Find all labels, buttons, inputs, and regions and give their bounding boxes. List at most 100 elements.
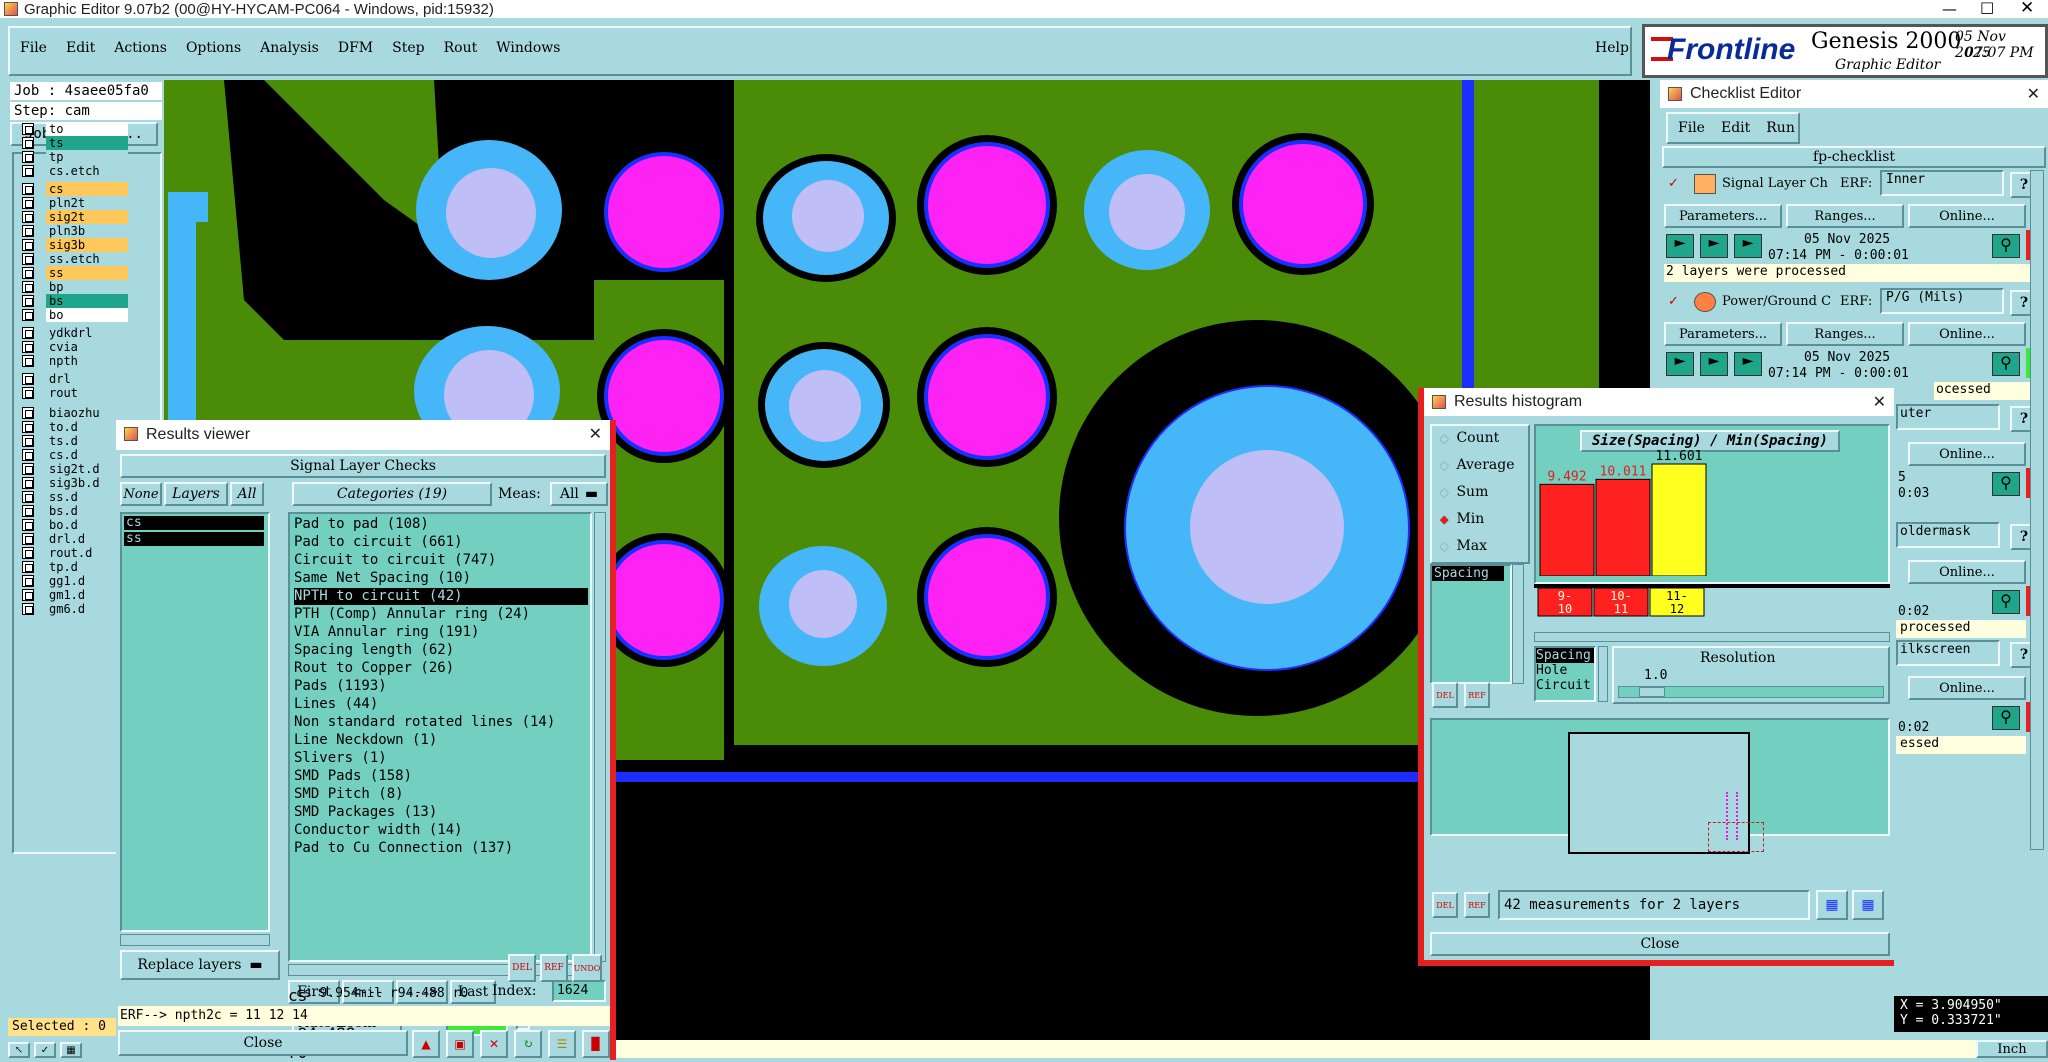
layer-checkbox[interactable] (22, 253, 34, 265)
layer-name[interactable]: ts (46, 136, 128, 150)
layer-checkbox[interactable] (22, 477, 34, 489)
layer-checkbox[interactable] (22, 589, 34, 601)
online-button[interactable]: Online... (1908, 442, 2026, 466)
layer-checkbox[interactable] (22, 295, 34, 307)
option-average[interactable]: ◆ Average (1440, 457, 1515, 473)
del-button[interactable]: DEL (508, 954, 536, 982)
layer-row[interactable]: sig3b (22, 238, 128, 252)
menu-dfm[interactable]: DFM (338, 40, 373, 56)
undo-button[interactable]: UNDO (572, 954, 602, 982)
layer-name[interactable]: ss (46, 266, 128, 280)
layer-checkbox[interactable] (22, 137, 34, 149)
layer-name[interactable]: biaozhu (46, 406, 128, 420)
erf-value[interactable]: ilkscreen (1896, 640, 2000, 666)
del-button[interactable]: DEL (1432, 892, 1458, 918)
layer-checkbox[interactable] (22, 211, 34, 223)
close-icon[interactable]: ✕ (2027, 84, 2040, 104)
layer-row[interactable]: rout.d (22, 546, 128, 560)
layer-checkbox[interactable] (22, 603, 34, 615)
check-icon[interactable]: ✓ (34, 1042, 56, 1058)
layer-name[interactable]: bp (46, 280, 128, 294)
maximize-icon[interactable]: □ (1980, 0, 1994, 16)
histogram-bar[interactable] (1595, 478, 1651, 576)
layer-row[interactable]: sig2t (22, 210, 128, 224)
layer-name[interactable]: bs (46, 294, 128, 308)
layer-row[interactable]: bo.d (22, 518, 128, 532)
layer-row[interactable]: bo (22, 308, 128, 322)
layers-list-item[interactable]: ss (124, 532, 264, 546)
check-item-checkbox[interactable]: ✓ (1668, 176, 1682, 191)
parameters-button[interactable]: Parameters... (1664, 204, 1782, 228)
menu-rout[interactable]: Rout (444, 40, 478, 56)
erf-value[interactable]: P/G (Mils) (1880, 288, 2004, 314)
category-item[interactable]: Same Net Spacing (10) (294, 570, 471, 587)
type-item[interactable]: Spacing (1536, 648, 1594, 663)
layer-row[interactable]: gm1.d (22, 588, 128, 602)
option-count[interactable]: ◆ Count (1440, 430, 1499, 446)
layer-name[interactable]: cvia (46, 340, 128, 354)
exclude-icon[interactable]: ✕ (480, 1030, 508, 1058)
resolution-slider[interactable] (1618, 686, 1884, 698)
layer-row[interactable]: tp (22, 150, 128, 164)
layer-checkbox[interactable] (22, 327, 34, 339)
layer-name[interactable]: bo (46, 308, 128, 322)
ref-button[interactable]: REF (1464, 892, 1490, 918)
histogram-hscrollbar[interactable] (1534, 632, 1890, 642)
option-min[interactable]: ◆ Min (1440, 511, 1484, 527)
menu-windows[interactable]: Windows (496, 40, 560, 56)
category-item[interactable]: SMD Packages (13) (294, 804, 437, 821)
screen-icon[interactable]: ▣ (446, 1030, 474, 1058)
field-scrollbar[interactable] (1512, 564, 1524, 684)
category-item[interactable]: Pad to circuit (661) (294, 534, 463, 551)
layer-checkbox[interactable] (22, 449, 34, 461)
all-button[interactable]: All (230, 482, 264, 506)
category-item[interactable]: NPTH to circuit (42) (294, 588, 588, 605)
ref-button[interactable]: REF (1464, 682, 1490, 708)
layer-row[interactable]: to (22, 122, 128, 136)
layer-checkbox[interactable] (22, 561, 34, 573)
run-icon[interactable]: ► (1666, 234, 1694, 258)
category-item[interactable]: VIA Annular ring (191) (294, 624, 479, 641)
option-sum[interactable]: ◆ Sum (1440, 484, 1488, 500)
layer-row[interactable]: rout (22, 386, 128, 400)
layer-row[interactable]: bp (22, 280, 128, 294)
layer-name[interactable]: npth (46, 354, 128, 368)
layer-row[interactable]: drl (22, 372, 128, 386)
layer-row[interactable]: cs.d (22, 448, 128, 462)
close-icon[interactable]: ✕ (589, 424, 602, 444)
minimize-icon[interactable]: — (1942, 0, 1957, 18)
layer-row[interactable]: gg1.d (22, 574, 128, 588)
histogram-bar[interactable] (1651, 463, 1707, 576)
layer-row[interactable]: cs (22, 182, 128, 196)
layer-checkbox[interactable] (22, 533, 34, 545)
type-scrollbar[interactable] (1598, 646, 1608, 702)
checklist-menu-run[interactable]: Run (1766, 120, 1795, 142)
histogram-icon[interactable]: ▉ (582, 1030, 610, 1058)
categories-button[interactable]: Categories (19) (292, 482, 492, 506)
zoom-icon[interactable]: ⚲ (1992, 234, 2020, 258)
layer-checkbox[interactable] (22, 151, 34, 163)
category-item[interactable]: SMD Pads (158) (294, 768, 412, 785)
run-icon[interactable]: ► (1666, 352, 1694, 376)
run-icon[interactable]: ► (1700, 234, 1728, 258)
layers-scrollbar[interactable] (120, 934, 270, 946)
layers-button[interactable]: Layers (164, 482, 228, 506)
menu-actions[interactable]: Actions (114, 40, 167, 56)
layer-row[interactable]: cs.etch (22, 164, 128, 178)
ranges-button[interactable]: Ranges... (1786, 204, 1904, 228)
layer-checkbox[interactable] (22, 463, 34, 475)
layer-checkbox[interactable] (22, 387, 34, 399)
layer-checkbox[interactable] (22, 575, 34, 587)
layer-checkbox[interactable] (22, 435, 34, 447)
option-max[interactable]: ◆ Max (1440, 538, 1487, 554)
category-item[interactable]: Non standard rotated lines (14) (294, 714, 555, 731)
category-item[interactable]: Pads (1193) (294, 678, 387, 695)
layer-row[interactable]: drl.d (22, 532, 128, 546)
erf-value[interactable]: Inner (1880, 170, 2004, 196)
zoom-icon[interactable]: ⚲ (1992, 352, 2020, 376)
layer-row[interactable]: pln3b (22, 224, 128, 238)
layer-checkbox[interactable] (22, 267, 34, 279)
category-item[interactable]: Spacing length (62) (294, 642, 454, 659)
layer-checkbox[interactable] (22, 373, 34, 385)
category-item[interactable]: Slivers (1) (294, 750, 387, 767)
